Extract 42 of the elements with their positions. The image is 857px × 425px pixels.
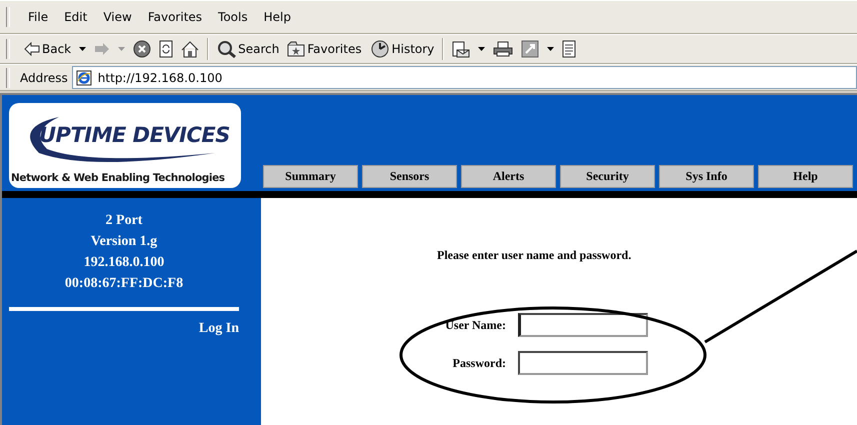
mail-icon — [452, 40, 470, 58]
logo-wordmark: UPTIME DEVICES — [39, 123, 230, 147]
menu-item[interactable]: Tools — [210, 10, 256, 24]
edit-icon — [521, 40, 540, 58]
device-info-text: 192.168.0.100 — [84, 254, 164, 272]
menu-item[interactable]: File — [20, 10, 56, 24]
refresh-icon — [159, 40, 174, 58]
page-e-icon — [76, 70, 92, 86]
history-button[interactable]: History — [366, 40, 438, 58]
device-info-text: Version 1.g — [90, 233, 158, 251]
address-label: Address — [20, 70, 68, 84]
printer-icon — [493, 41, 514, 57]
left-arrow-icon — [24, 42, 40, 56]
device-info-text: 00:08:67:FF:DC:F8 — [64, 275, 184, 293]
address-field[interactable]: http://192.168.0.100 — [72, 66, 857, 89]
search-icon — [217, 40, 236, 58]
nav-tab[interactable]: Alerts — [461, 165, 556, 188]
back-button[interactable]: Back — [20, 42, 76, 56]
search-button[interactable]: Search — [213, 40, 284, 58]
input-field[interactable] — [518, 351, 648, 375]
login-prompt: Please enter user name and password. — [437, 248, 632, 263]
nav-tab[interactable]: Sensors — [362, 165, 457, 188]
log-in-link[interactable]: Log In — [198, 321, 239, 337]
input-field[interactable] — [518, 313, 648, 337]
menu-item[interactable]: Edit — [56, 10, 96, 24]
menu-item[interactable]: Favorites — [140, 10, 210, 24]
home-icon — [181, 40, 200, 58]
logo-tagline: Network & Web Enabling Technologies — [10, 172, 226, 186]
right-arrow-icon — [94, 42, 110, 56]
device-info-text: 2 Port — [106, 212, 142, 230]
menu-item[interactable]: Help — [256, 10, 299, 24]
menu-item[interactable]: View — [95, 10, 140, 24]
document-icon — [562, 40, 576, 58]
star-folder-icon — [287, 41, 306, 57]
nav-tab[interactable]: Security — [560, 165, 655, 188]
nav-tab[interactable]: Summary — [263, 165, 358, 188]
favorites-button[interactable]: Favorites — [283, 41, 366, 57]
field-label: Password: — [452, 356, 506, 370]
stop-icon — [133, 40, 152, 58]
nav-tab[interactable]: Help — [758, 165, 853, 188]
clock-icon — [370, 40, 390, 58]
nav-tab[interactable]: Sys Info — [659, 165, 754, 188]
